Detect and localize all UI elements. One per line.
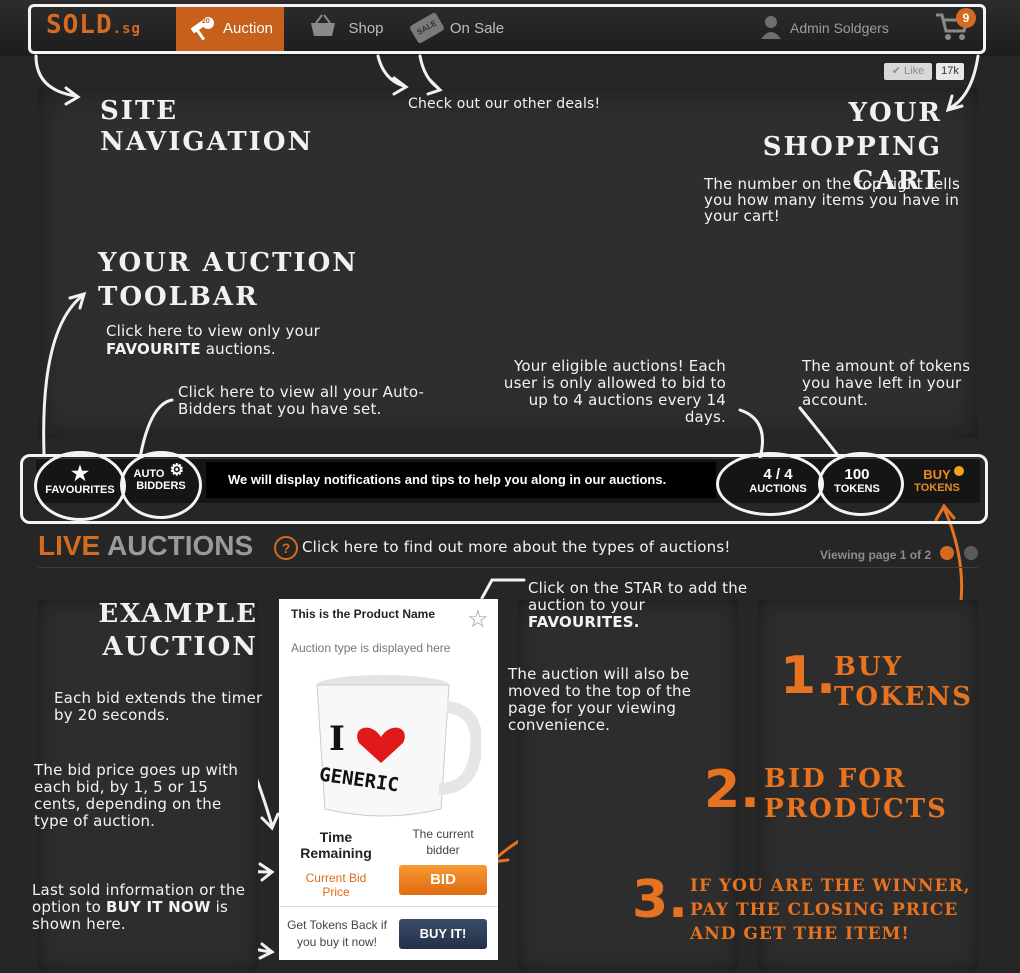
tokens-back-info: Get Tokens Back if you buy it now! bbox=[287, 918, 387, 949]
step-3-number: 3. bbox=[632, 870, 688, 930]
note-bid-extends: Each bid extends the timer by 20 seconds… bbox=[54, 689, 263, 724]
auctions-word: AUCTIONS bbox=[106, 530, 254, 561]
step-1-text: BUY TOKENS bbox=[834, 652, 973, 712]
current-bidder: The current bidder bbox=[412, 827, 474, 857]
note-last-sold: Last sold information or the option to B… bbox=[32, 882, 272, 933]
bid-button[interactable]: BID bbox=[399, 865, 487, 895]
current-bid-price: Current Bid Price bbox=[305, 871, 367, 899]
note-star-text: Click on the STAR to add the auction to … bbox=[528, 579, 748, 614]
favourite-star-icon[interactable]: ☆ bbox=[467, 605, 489, 634]
page-dot-1[interactable] bbox=[940, 546, 954, 560]
tokens-highlight bbox=[818, 452, 904, 516]
favourites-highlight bbox=[34, 451, 126, 521]
page-dot-2[interactable] bbox=[964, 546, 978, 560]
buy-it-now-button[interactable]: BUY IT! bbox=[399, 919, 487, 949]
step-3-text: IF YOU ARE THE WINNER, PAY THE CLOSING P… bbox=[690, 876, 971, 944]
live-auctions-heading: LIVE AUCTIONS bbox=[38, 530, 253, 562]
live-word: LIVE bbox=[38, 530, 101, 561]
auction-type: Auction type is displayed here bbox=[291, 641, 451, 655]
mug-text-i: I bbox=[329, 719, 345, 759]
step-1-number: 1. bbox=[780, 646, 836, 706]
note-auction-types-help: Click here to find out more about the ty… bbox=[302, 538, 731, 556]
example-auction-card[interactable]: This is the Product Name Auction type is… bbox=[279, 599, 498, 960]
note-example-auction: EXAMPLE AUCTION bbox=[98, 599, 258, 662]
note-star-favourites: Click on the STAR to add the auction to … bbox=[528, 580, 758, 631]
card-divider bbox=[279, 906, 498, 907]
pagination-status: Viewing page 1 of 2 bbox=[820, 548, 932, 562]
note-bid-price-up: The bid price goes up with each bid, by … bbox=[34, 761, 239, 830]
product-image[interactable]: I GENERIC bbox=[311, 671, 483, 826]
note-star-emphasis: FAVOURITES. bbox=[528, 613, 640, 631]
note-last-sold-emphasis: BUY IT NOW bbox=[106, 898, 211, 916]
time-remaining: Time Remaining bbox=[300, 829, 372, 861]
step-2-number: 2. bbox=[704, 760, 760, 820]
product-name[interactable]: This is the Product Name bbox=[291, 607, 441, 621]
auctions-highlight bbox=[716, 452, 824, 516]
auto-bidders-highlight bbox=[120, 451, 202, 519]
help-icon[interactable]: ? bbox=[274, 536, 298, 560]
note-moved-top: The auction will also be moved to the to… bbox=[508, 665, 692, 734]
section-divider bbox=[38, 567, 978, 568]
step-2-text: BID FOR PRODUCTS bbox=[764, 764, 948, 824]
